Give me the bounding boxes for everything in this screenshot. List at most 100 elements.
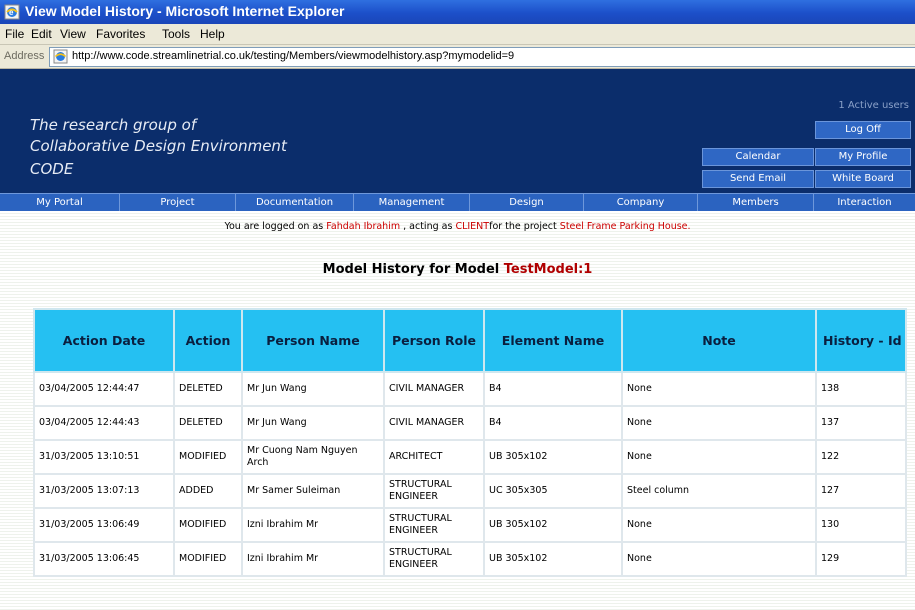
menu-file[interactable]: File (5, 27, 24, 41)
history-id-cell: 127 (815, 473, 907, 509)
history-id-cell: 138 (815, 371, 907, 407)
nav-members[interactable]: Members (698, 194, 814, 211)
menu-bar: File Edit View Favorites Tools Help (0, 24, 915, 45)
send-email-button[interactable]: Send Email (702, 170, 814, 188)
table-row: 03/04/2005 12:44:47 DELETED Mr Jun Wang CIV… (33, 371, 907, 407)
col-person-role: Person Role (383, 308, 485, 373)
col-action-date: Action Date (33, 308, 175, 373)
action-date-cell: 31/03/2005 13:10:51 (33, 439, 175, 475)
active-users-count: 1 Active users (838, 100, 909, 111)
group-line-1: The research group of (30, 116, 197, 134)
table-row: 03/04/2005 12:44:43 DELETED Mr Jun Wang CIV… (33, 405, 907, 441)
person-role-cell: CIVIL MANAGER (383, 371, 485, 407)
main-content: You are logged on as Fahdah Ibrahim , ac… (0, 211, 915, 610)
nav-design[interactable]: Design (470, 194, 584, 211)
svg-text:e: e (9, 8, 14, 17)
history-id-cell: 122 (815, 439, 907, 475)
table-row: 31/03/2005 13:06:45 MODIFIED Izni Ibrahim … (33, 541, 907, 577)
person-name-cell: Izni Ibrahim Mr (241, 507, 385, 543)
col-person-name: Person Name (241, 308, 385, 373)
nav-company[interactable]: Company (584, 194, 698, 211)
action-date-cell: 31/03/2005 13:06:45 (33, 541, 175, 577)
action-cell: MODIFIED (173, 507, 243, 543)
browser-window: e View Model History - Microsoft Interne… (0, 0, 915, 610)
ie-page-icon: e (4, 4, 20, 20)
nav-my-portal[interactable]: My Portal (0, 194, 120, 211)
action-date-cell: 03/04/2005 12:44:43 (33, 405, 175, 441)
person-name-cell: Mr Samer Suleiman (241, 473, 385, 509)
nav-documentation[interactable]: Documentation (236, 194, 354, 211)
note-cell: None (621, 371, 817, 407)
action-cell: ADDED (173, 473, 243, 509)
menu-view[interactable]: View (60, 27, 86, 41)
model-name: TestModel:1 (503, 262, 593, 277)
nav-bar: My Portal Project Documentation Manageme… (0, 193, 915, 212)
address-bar: Address http://www.code.streamlinetrial.… (0, 45, 915, 69)
login-middle: , acting as (403, 221, 453, 232)
note-cell: Steel column (621, 473, 817, 509)
menu-help[interactable]: Help (200, 27, 225, 41)
action-cell: MODIFIED (173, 439, 243, 475)
table-header-row: Action Date Action Person Name Person Ro… (33, 308, 907, 373)
table-body: 03/04/2005 12:44:47 DELETED Mr Jun Wang CIV… (33, 371, 907, 577)
person-name-cell: Izni Ibrahim Mr (241, 541, 385, 577)
note-cell: None (621, 541, 817, 577)
my-profile-button[interactable]: My Profile (815, 148, 911, 166)
login-role: CLIENT (455, 221, 490, 232)
menu-edit[interactable]: Edit (31, 27, 52, 41)
calendar-button[interactable]: Calendar (702, 148, 814, 166)
element-name-cell: UC 305x305 (483, 473, 623, 509)
person-name-cell: Mr Jun Wang (241, 405, 385, 441)
person-role-cell: ARCHITECT (383, 439, 485, 475)
element-name-cell: B4 (483, 405, 623, 441)
site-header: The research group of Collaborative Desi… (0, 69, 915, 193)
address-input[interactable]: http://www.code.streamlinetrial.co.uk/te… (49, 47, 915, 67)
login-middle-2: for the project (489, 221, 557, 232)
white-board-button[interactable]: White Board (815, 170, 911, 188)
nav-management[interactable]: Management (354, 194, 470, 211)
menu-favorites[interactable]: Favorites (96, 27, 145, 41)
login-prefix: You are logged on as (224, 221, 324, 232)
element-name-cell: B4 (483, 371, 623, 407)
history-id-cell: 130 (815, 507, 907, 543)
login-user: Fahdah Ibrahim (326, 221, 401, 232)
person-name-cell: Mr Jun Wang (241, 371, 385, 407)
ie-page-icon (53, 49, 68, 64)
action-date-cell: 31/03/2005 13:07:13 (33, 473, 175, 509)
address-url: http://www.code.streamlinetrial.co.uk/te… (72, 50, 515, 62)
element-name-cell: UB 305x102 (483, 541, 623, 577)
table-row: 31/03/2005 13:10:51 MODIFIED Mr Cuong Nam … (33, 439, 907, 475)
page-title: Model History for Model TestModel:1 (0, 262, 915, 277)
history-id-cell: 137 (815, 405, 907, 441)
group-line-3: CODE (30, 160, 74, 178)
group-line-2: Collaborative Design Environment (30, 137, 287, 155)
title-bar: e View Model History - Microsoft Interne… (0, 0, 915, 24)
person-role-cell: STRUCTURAL ENGINEER (383, 473, 485, 509)
log-off-button[interactable]: Log Off (815, 121, 911, 139)
person-role-cell: STRUCTURAL ENGINEER (383, 507, 485, 543)
note-cell: None (621, 439, 817, 475)
col-action: Action (173, 308, 243, 373)
element-name-cell: UB 305x102 (483, 439, 623, 475)
history-table: Action Date Action Person Name Person Ro… (33, 308, 907, 577)
note-cell: None (621, 405, 817, 441)
nav-interaction[interactable]: Interaction (814, 194, 915, 211)
history-id-cell: 129 (815, 541, 907, 577)
nav-project[interactable]: Project (120, 194, 236, 211)
element-name-cell: UB 305x102 (483, 507, 623, 543)
history-table-wrap: Action Date Action Person Name Person Ro… (33, 308, 907, 577)
col-element-name: Element Name (483, 308, 623, 373)
col-note: Note (621, 308, 817, 373)
title-prefix: Model History for Model (322, 262, 500, 277)
col-history-id: History - Id (815, 308, 907, 373)
action-date-cell: 31/03/2005 13:06:49 (33, 507, 175, 543)
person-name-cell: Mr Cuong Nam Nguyen Arch (241, 439, 385, 475)
login-project: Steel Frame Parking House. (559, 221, 691, 232)
person-role-cell: STRUCTURAL ENGINEER (383, 541, 485, 577)
menu-tools[interactable]: Tools (162, 27, 190, 41)
table-row: 31/03/2005 13:06:49 MODIFIED Izni Ibrahim … (33, 507, 907, 543)
login-status: You are logged on as Fahdah Ibrahim , ac… (0, 221, 915, 232)
action-cell: DELETED (173, 371, 243, 407)
action-date-cell: 03/04/2005 12:44:47 (33, 371, 175, 407)
note-cell: None (621, 507, 817, 543)
